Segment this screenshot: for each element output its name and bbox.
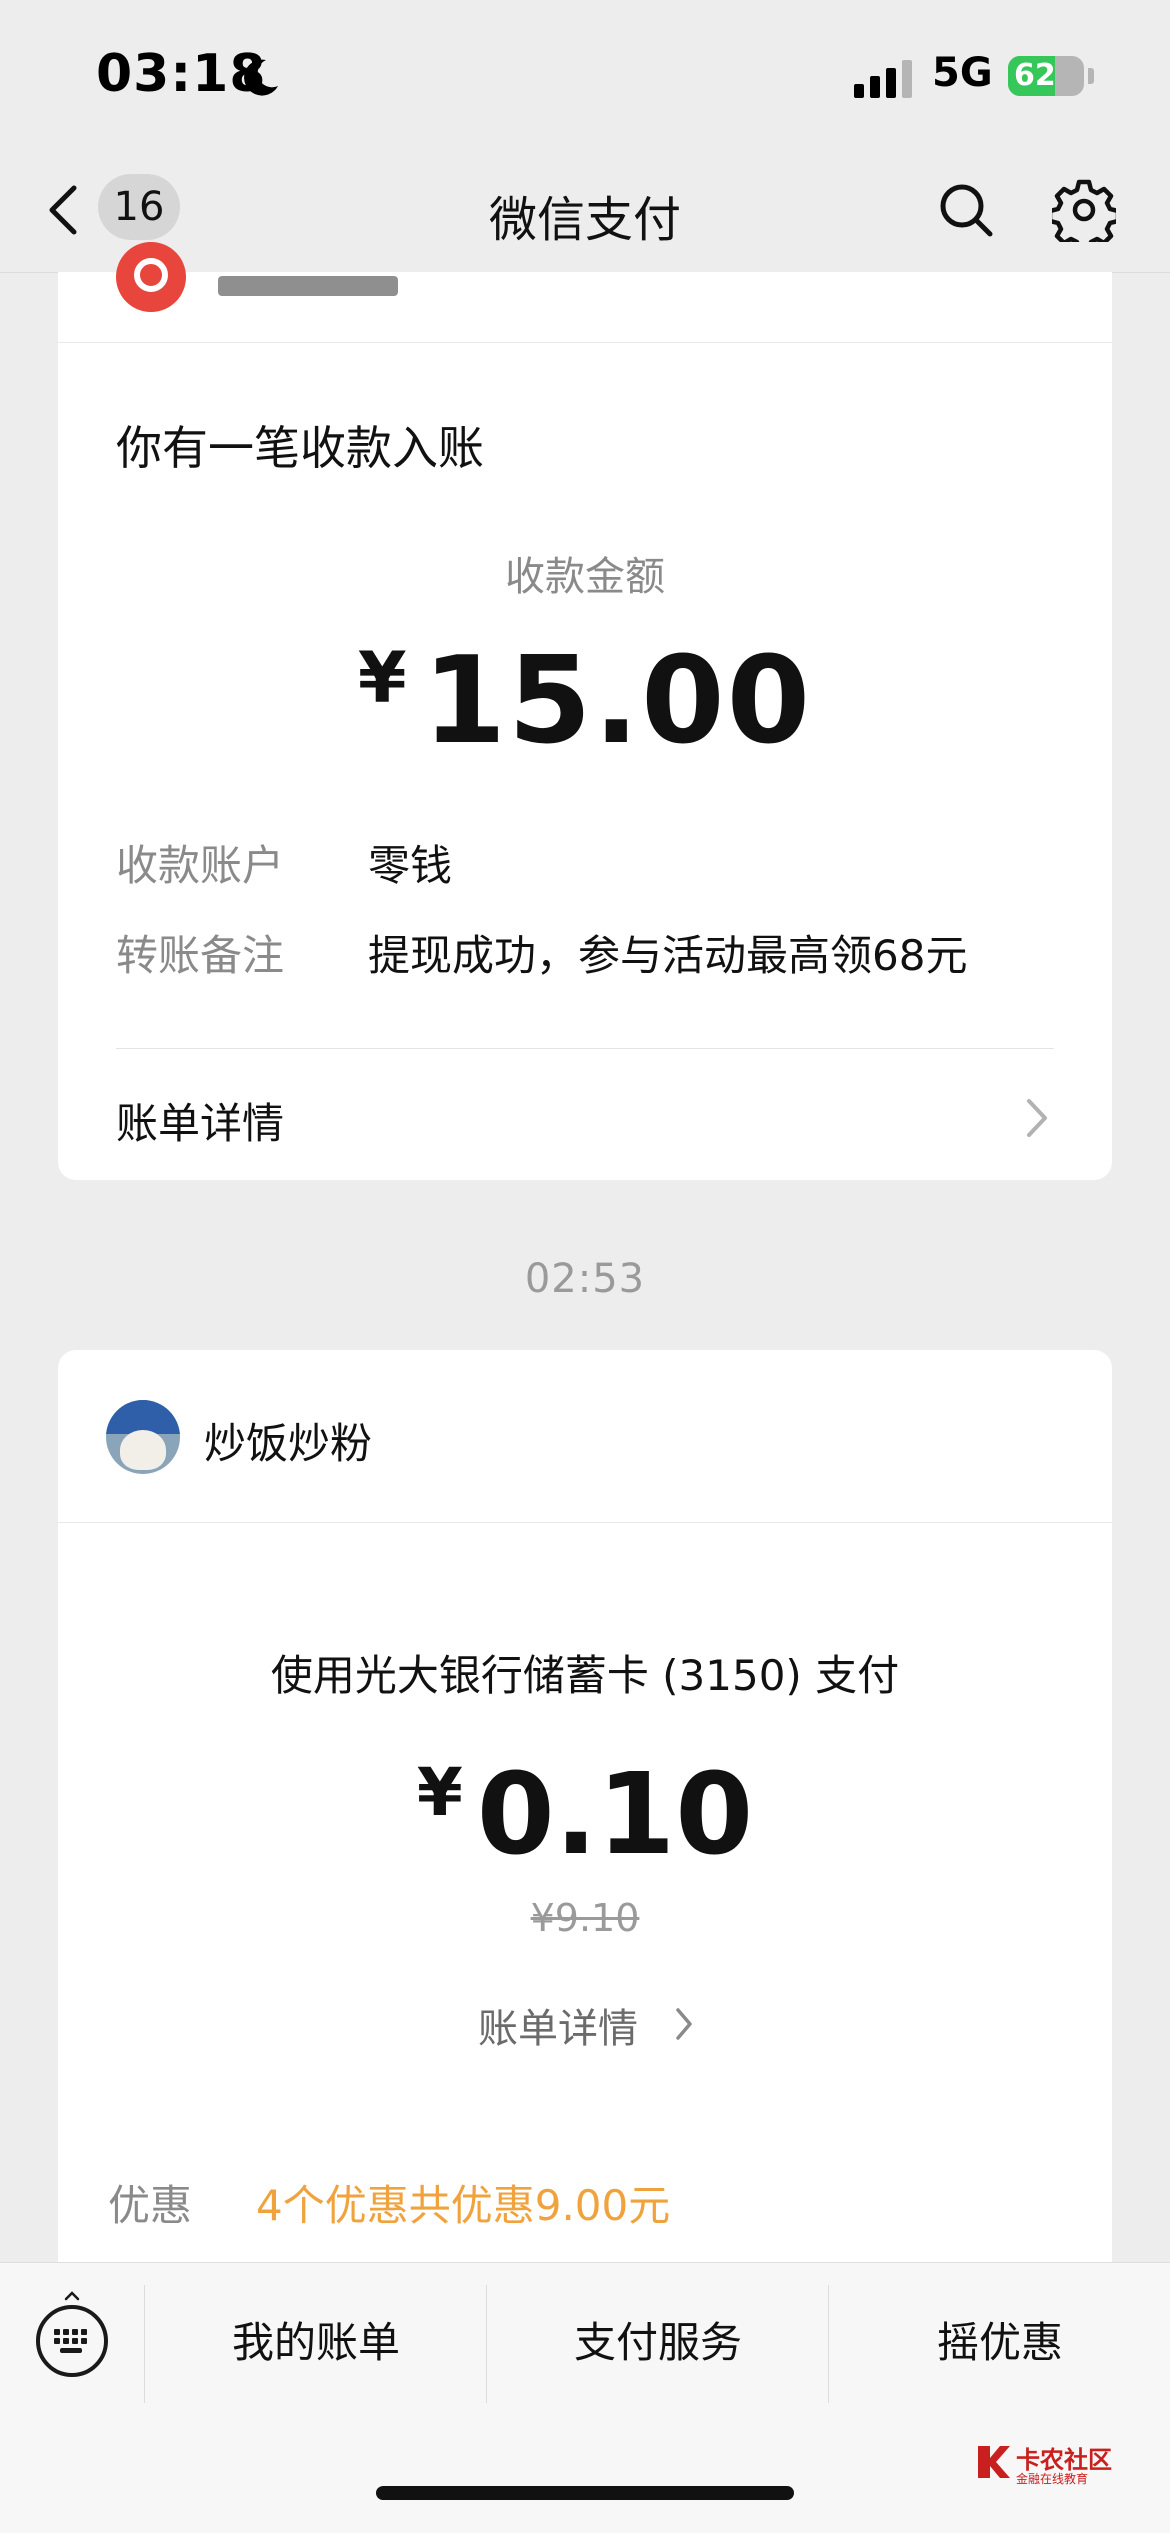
menu-shake-offers[interactable]: 摇优惠 [830,2303,1170,2383]
receipt-amount: ¥15.00 [58,632,1112,771]
receipt-card-header [58,242,1112,343]
receipt-card[interactable]: 你有一笔收款入账 收款金额 ¥15.00 收款账户 零钱 转账备注 提现成功，参… [58,242,1112,1180]
gear-icon[interactable] [1052,178,1116,242]
home-indicator[interactable] [376,2486,794,2500]
chevron-right-icon [676,2008,692,2040]
bill-detail-label: 账单详情 [116,1099,285,1148]
merchant-logo-icon [116,242,186,312]
payment-amount-value: 0.10 [476,1750,754,1880]
divider [58,1522,1112,1523]
bill-detail-link-label: 账单详情 [478,2006,638,2052]
original-amount: ¥9.10 [530,1896,640,1940]
chevron-right-icon [1027,1099,1047,1137]
watermark-logo-icon [978,2446,1010,2478]
caret-up-icon [64,2291,80,2301]
avatar-face [120,1430,166,1470]
receipt-amount-value: 15.00 [422,632,813,771]
bill-detail-row[interactable]: 账单详情 [58,1050,1112,1180]
battery-cap [1088,68,1094,84]
amount-label: 收款金额 [505,554,665,600]
info-value: 提现成功，参与活动最高领68元 [368,931,968,980]
battery-icon: 62 [1008,56,1084,96]
payment-amount: ¥0.10 [58,1750,1112,1880]
divider [116,1048,1054,1049]
signal-icon [854,60,912,98]
watermark: 卡农社区 金融在线教育 [974,2440,1164,2500]
info-value: 零钱 [368,841,453,890]
discount-value[interactable]: 4个优惠共优惠9.00元 [256,2172,670,2233]
message-timestamp: 02:53 [524,1256,646,1302]
menu-payment-services[interactable]: 支付服务 [488,2303,828,2383]
avatar-hat [106,1400,180,1434]
watermark-subtitle: 金融在线教育 [1016,2472,1089,2486]
menu-separator [144,2285,145,2403]
keyboard-icon[interactable] [36,2305,108,2377]
search-icon[interactable] [936,180,996,240]
payment-card[interactable]: 炒饭炒粉 使用光大银行储蓄卡 (3150) 支付 ¥0.10 ¥9.10 账单详… [58,1350,1112,2350]
discount-label: 优惠 [108,2181,193,2230]
menu-separator [486,2285,487,2403]
battery-level: 62 [1014,58,1056,93]
info-key: 收款账户 [116,841,285,890]
menu-separator [828,2285,829,2403]
info-key: 转账备注 [116,931,285,980]
bill-detail-link[interactable]: 账单详情 [478,1996,718,2056]
merchant-name-partial [218,276,398,296]
network-type: 5G [932,50,993,96]
status-bar: 03:18 5G 62 [0,0,1170,150]
payment-method: 使用光大银行储蓄卡 (3150) 支付 [270,1651,900,1700]
avatar [106,1400,180,1474]
currency-symbol: ¥ [416,1754,463,1831]
receipt-title: 你有一笔收款入账 [116,421,484,475]
merchant-name: 炒饭炒粉 [204,1419,373,1468]
menu-my-bills[interactable]: 我的账单 [146,2303,486,2383]
currency-symbol: ¥ [357,637,409,719]
moon-icon [244,59,278,96]
